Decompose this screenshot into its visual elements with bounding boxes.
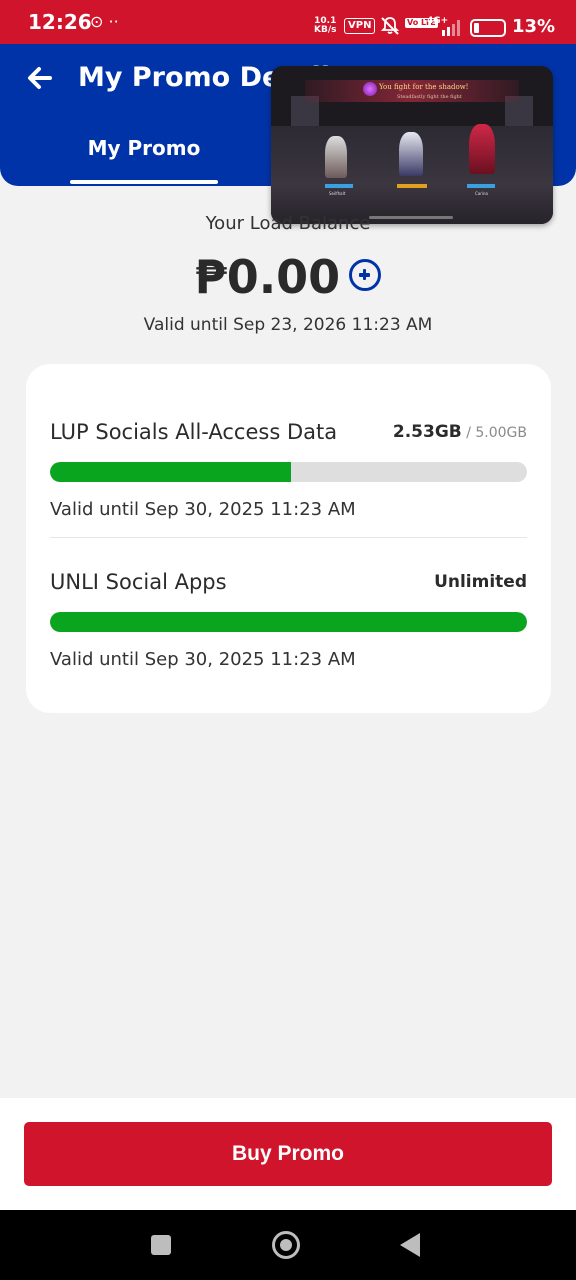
back-triangle-icon[interactable] <box>400 1233 420 1257</box>
net-speed: 10.1 KB/s <box>314 17 336 35</box>
pip-banner-sub: Steadfastly fight the fight <box>397 94 462 100</box>
tab-my-promo[interactable]: My Promo <box>70 136 218 184</box>
usage-progress-fill <box>50 462 292 482</box>
usage-progress-bar <box>50 612 527 632</box>
pip-banner-text: You fight for the shadow! <box>379 83 469 91</box>
signal-icon <box>442 20 460 36</box>
pip-char-label: Carina <box>475 191 488 196</box>
usage-progress-bar <box>50 462 527 482</box>
divider <box>50 537 527 538</box>
usage-used: 2.53GB <box>392 422 462 442</box>
system-nav-bar <box>0 1210 576 1280</box>
promo-usage: Unlimited <box>434 572 527 592</box>
usage-used: Unlimited <box>434 572 527 592</box>
pip-video-window[interactable]: You fight for the shadow! Steadfastly fi… <box>271 66 553 224</box>
bell-muted-icon <box>380 17 400 35</box>
pip-hp-bar <box>325 184 353 188</box>
promo-name: UNLI Social Apps <box>50 570 227 594</box>
battery-icon <box>470 19 506 37</box>
promo-validity: Valid until Sep 30, 2025 11:23 AM <box>50 499 356 520</box>
recent-apps-icon[interactable] <box>151 1235 171 1255</box>
tab-indicator <box>70 180 218 184</box>
promo-validity: Valid until Sep 30, 2025 11:23 AM <box>50 649 356 670</box>
pip-character <box>399 132 423 176</box>
balance-row: ₱0.00 <box>0 250 576 304</box>
pip-char-label: Seilfhalt <box>329 191 346 196</box>
balance-label: Your Load Balance <box>205 213 371 234</box>
promo-name: LUP Socials All-Access Data <box>50 420 338 444</box>
notification-icons: ⊙ ·· <box>90 12 119 31</box>
balance-amount: ₱0.00 <box>194 250 341 304</box>
balance-validity: Valid until Sep 23, 2026 11:23 AM <box>143 315 433 335</box>
pip-character <box>469 124 495 174</box>
promo-card: LUP Socials All-Access Data 2.53GB / 5.0… <box>26 364 551 713</box>
home-icon[interactable] <box>272 1231 300 1259</box>
bottom-action-bar: Buy Promo <box>0 1098 576 1210</box>
pip-hp-bar <box>397 184 427 188</box>
pip-character <box>325 136 347 178</box>
status-bar: 12:26 ⊙ ·· 10.1 KB/s VPN Vo LTE 4G+ 13% <box>0 0 576 44</box>
pip-hp-bar <box>467 184 495 188</box>
net-speed-unit: KB/s <box>314 25 337 35</box>
add-load-icon[interactable] <box>349 259 382 291</box>
promo-usage: 2.53GB / 5.00GB <box>393 422 527 442</box>
usage-total: / 5.00GB <box>461 425 527 441</box>
pip-orb-icon <box>363 82 377 96</box>
vpn-icon: VPN <box>344 18 376 34</box>
status-time: 12:26 <box>28 10 92 34</box>
back-arrow-icon[interactable] <box>24 62 56 94</box>
buy-promo-button[interactable]: Buy Promo <box>24 1122 552 1186</box>
usage-progress-fill <box>50 612 527 632</box>
battery-percent: 13% <box>512 16 556 37</box>
